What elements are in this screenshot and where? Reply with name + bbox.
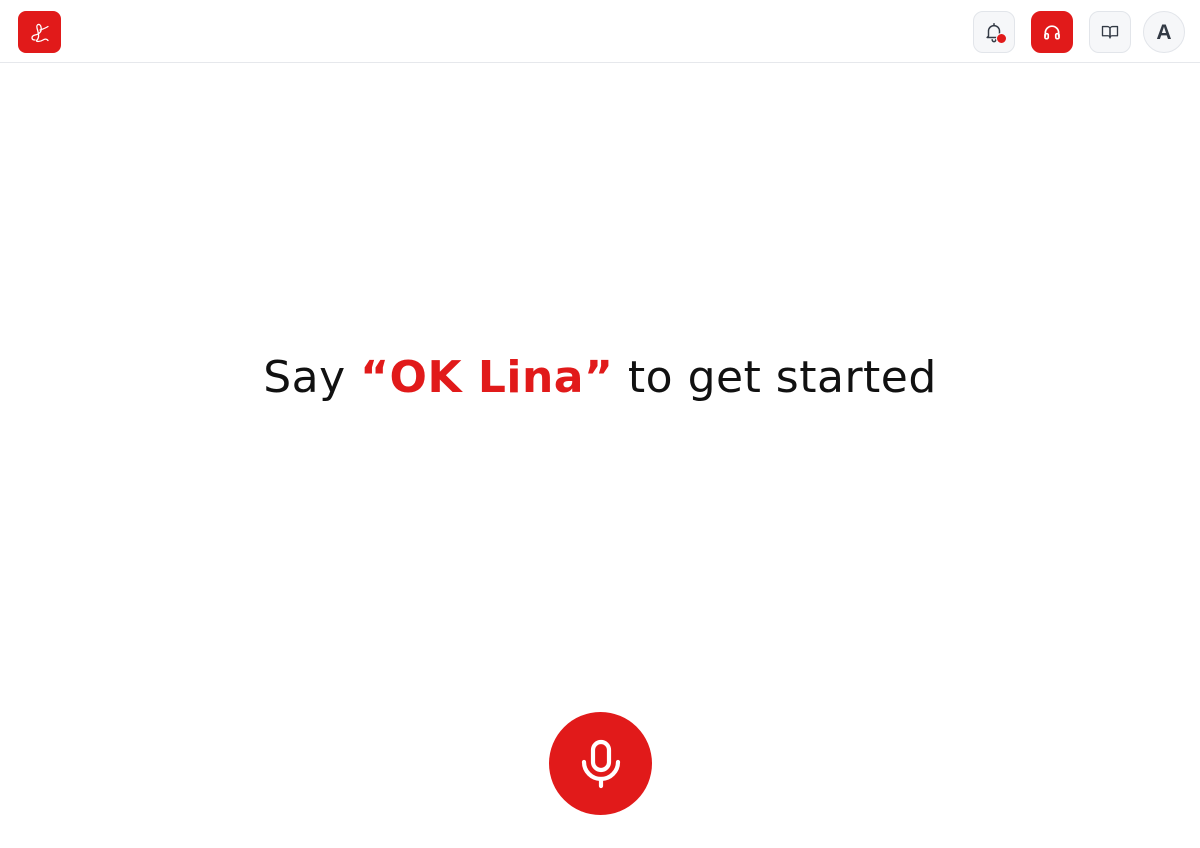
wake-word-prompt: Say “OK Lina” to get started: [0, 350, 1200, 406]
library-button[interactable]: [1089, 11, 1131, 53]
microphone-button[interactable]: [549, 712, 652, 815]
account-button[interactable]: A: [1143, 11, 1185, 53]
headphones-icon: [1044, 25, 1060, 40]
book-open-icon: [1101, 25, 1119, 39]
bell-icon: [983, 21, 1007, 44]
avatar: A: [1156, 20, 1172, 44]
top-bar: A: [0, 0, 1200, 63]
prompt-prefix: Say: [263, 352, 361, 403]
handwritten-l-logo-icon: [30, 23, 49, 43]
app-logo[interactable]: [18, 11, 61, 53]
prompt-suffix: to get started: [613, 352, 937, 403]
wake-phrase: “OK Lina”: [360, 352, 614, 403]
microphone-icon: [581, 739, 620, 788]
notification-dot: [996, 33, 1007, 44]
headphones-button[interactable]: [1031, 11, 1073, 53]
notifications-button[interactable]: [973, 11, 1015, 53]
